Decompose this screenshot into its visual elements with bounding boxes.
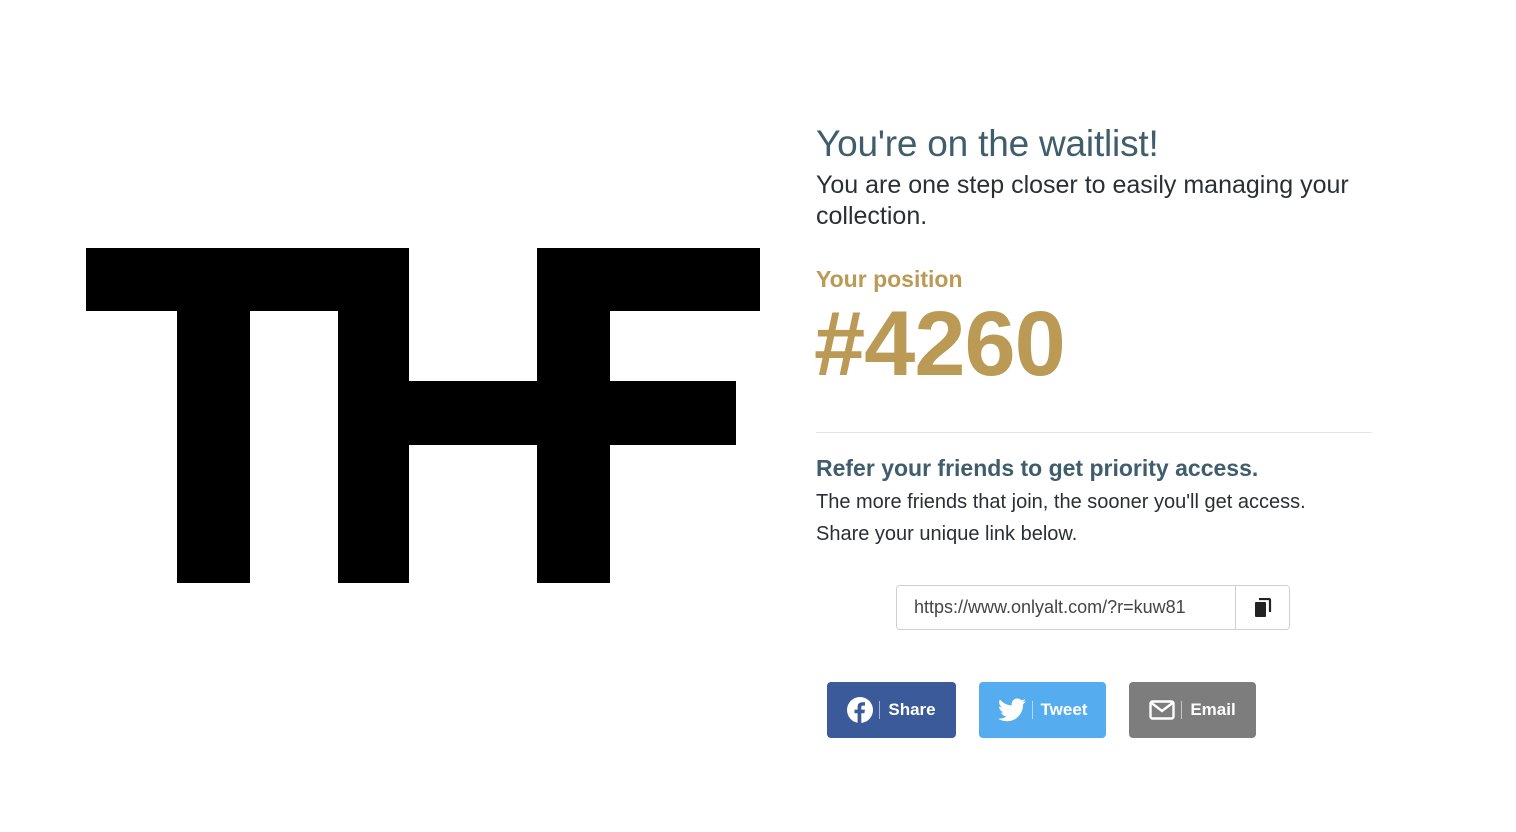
referral-link-group: [896, 585, 1290, 630]
referral-description: The more friends that join, the sooner y…: [816, 486, 1376, 550]
waitlist-subtitle: You are one step closer to easily managi…: [816, 171, 1349, 230]
twitter-tweet-button[interactable]: Tweet: [979, 682, 1106, 738]
page-title: You're on the waitlist!: [816, 123, 1159, 164]
copy-icon: [1254, 597, 1272, 618]
referral-title: Refer your friends to get priority acces…: [816, 455, 1259, 481]
referral-text-line2: Share your unique link below.: [816, 523, 1078, 545]
twitter-tweet-label: Tweet: [1040, 700, 1088, 719]
referral-link-input[interactable]: [897, 586, 1235, 629]
thf-logo: [86, 248, 760, 583]
facebook-share-button[interactable]: Share: [827, 682, 956, 738]
email-share-button[interactable]: Email: [1129, 682, 1256, 738]
waitlist-page: You're on the waitlist! You are one step…: [0, 0, 1516, 832]
facebook-icon: [847, 697, 874, 723]
separator: [1181, 701, 1183, 719]
separator: [879, 701, 881, 719]
position-value: #4260: [814, 293, 1066, 395]
position-label: Your position: [816, 266, 963, 292]
envelope-icon: [1149, 700, 1176, 720]
waitlist-panel: You're on the waitlist! You are one step…: [814, 120, 1376, 550]
referral-text-line1: The more friends that join, the sooner y…: [816, 491, 1306, 513]
facebook-share-label: Share: [888, 700, 936, 719]
divider: [816, 432, 1372, 433]
email-share-label: Email: [1190, 700, 1236, 719]
twitter-icon: [997, 698, 1026, 722]
copy-link-button[interactable]: [1235, 586, 1289, 629]
separator: [1031, 701, 1033, 719]
